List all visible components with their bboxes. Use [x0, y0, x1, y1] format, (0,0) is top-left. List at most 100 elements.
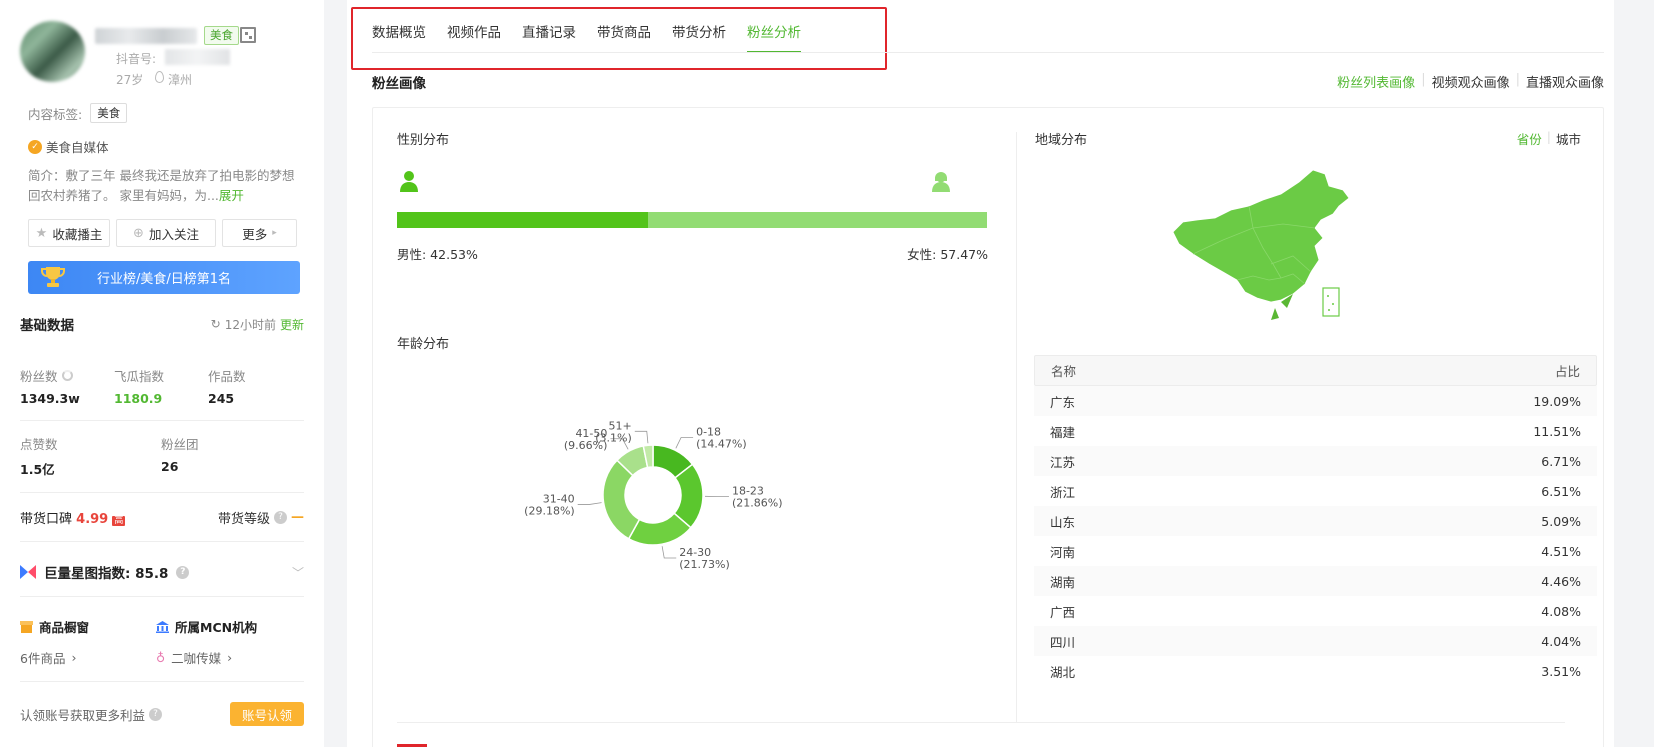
favorite-button[interactable]: ★ 收藏播主	[28, 219, 110, 247]
shop-window[interactable]: 商品橱窗 6件商品 ›	[20, 617, 156, 667]
content-tag-food[interactable]: 美食	[90, 103, 128, 123]
female-icon	[932, 172, 950, 192]
stat-fans-value: 1349.3w	[20, 391, 80, 406]
refresh-icon: ↻	[210, 317, 221, 331]
stat-works-label: 作品数	[208, 369, 246, 384]
donut-leader-line	[577, 502, 602, 505]
region-percent: 6.51%	[1541, 483, 1581, 499]
mcn-name: 二咖传媒	[171, 651, 222, 666]
table-row: 山东 5.09%	[1034, 506, 1597, 536]
region-toggle: 省份 | 城市	[1517, 129, 1581, 148]
koubei-level-badge: 高	[112, 516, 126, 526]
blurred-username	[95, 28, 197, 44]
region-name: 广东	[1050, 394, 1076, 410]
bio-text: 简介：敷了三年 最终我还是放弃了拍电影的梦想回农村养猪了。 家里有妈妈，为...	[28, 168, 295, 203]
sales-level: 带货等级 ? —	[218, 508, 304, 527]
tab-products[interactable]: 带货商品	[597, 21, 651, 53]
card-bottom-divider	[397, 722, 1565, 723]
tab-live-records[interactable]: 直播记录	[522, 21, 576, 53]
stat-likes-value: 1.5亿	[20, 462, 55, 477]
age-title: 年龄分布	[397, 337, 450, 352]
favorite-label: 收藏播主	[52, 226, 103, 242]
douyin-id-label: 抖音号:	[116, 52, 157, 66]
china-map[interactable]	[1153, 168, 1363, 323]
region-name: 河南	[1050, 544, 1076, 560]
stat-feigua-value: 1180.9	[114, 391, 163, 406]
donut-percent-label: (29.18%)	[524, 504, 575, 517]
donut-leader-line	[661, 546, 677, 559]
toggle-province[interactable]: 省份	[1517, 129, 1542, 148]
location-icon	[155, 71, 164, 83]
rank-banner[interactable]: 行业榜/美食/日榜第1名	[28, 261, 300, 294]
divider	[20, 541, 304, 542]
tab-sales-analysis[interactable]: 带货分析	[672, 21, 726, 53]
category-tag: 美食	[204, 26, 239, 45]
rank-banner-label: 行业榜/美食/日榜第1名	[96, 272, 232, 287]
tab-fan-analysis[interactable]: 粉丝分析	[747, 21, 801, 53]
chevron-down-icon[interactable]: ﹀	[292, 564, 304, 581]
more-button[interactable]: 更多 ▸	[222, 219, 297, 247]
table-row: 福建 11.51%	[1034, 416, 1597, 446]
donut-leader-line	[634, 430, 649, 444]
action-row: ★ 收藏播主 ⊕ 加入关注 更多 ▸	[28, 219, 304, 247]
donut-percent-label: (14.47%)	[696, 437, 747, 450]
toggle-city[interactable]: 城市	[1556, 129, 1581, 148]
sales-level-value: —	[291, 510, 304, 525]
link-video-audience-portrait[interactable]: 视频观众画像	[1432, 72, 1510, 91]
stat-fan-club: 粉丝团 26	[161, 434, 255, 478]
claim-account-button[interactable]: 账号认领	[229, 702, 304, 726]
shop-count: 6件商品	[20, 651, 66, 666]
region-percent: 11.51%	[1533, 423, 1581, 439]
xingtu-logo-icon	[20, 565, 36, 579]
stat-fans: 粉丝数 1349.3w	[20, 366, 114, 406]
help-icon[interactable]: ?	[176, 565, 190, 579]
col-pct-header: 占比	[1554, 364, 1580, 379]
age-text: 27岁	[116, 73, 144, 87]
region-name: 江苏	[1050, 454, 1076, 470]
xingtu-row[interactable]: 巨量星图指数: 85.8 ? ﹀	[20, 562, 304, 582]
table-row: 河南 4.51%	[1034, 536, 1597, 566]
link-fan-list-portrait[interactable]: 粉丝列表画像	[1337, 72, 1415, 91]
stat-works-value: 245	[208, 391, 235, 406]
region-name: 四川	[1050, 634, 1076, 650]
mcn-agency[interactable]: 所属MCN机构 ♁ 二咖传媒 ›	[156, 617, 292, 667]
update-link[interactable]: 更新	[280, 316, 304, 333]
shop-mcn-row: 商品橱窗 6件商品 › 所属MCN机构 ♁ 二咖传媒 ›	[20, 617, 304, 667]
tab-video-works[interactable]: 视频作品	[447, 21, 501, 53]
divider	[20, 596, 304, 597]
stat-works: 作品数 245	[208, 366, 302, 406]
qrcode-icon[interactable]	[240, 27, 256, 43]
donut-percent-label: (21.86%)	[732, 497, 783, 510]
tab-data-overview[interactable]: 数据概览	[372, 21, 426, 53]
koubei-row: 带货口碑 4.99 高 带货等级 ? —	[20, 508, 304, 527]
donut-percent-label: (3.1%)	[595, 431, 632, 444]
age-donut-svg: 0-18(14.47%)18-23(21.86%)24-30(21.73%)31…	[524, 419, 783, 571]
avatar[interactable]	[20, 21, 85, 82]
pie-chart-icon[interactable]	[61, 370, 73, 381]
table-row: 湖南 4.46%	[1034, 566, 1597, 596]
help-icon[interactable]: ?	[274, 511, 287, 524]
more-label: 更多	[242, 226, 268, 242]
table-row: 广东 19.09%	[1034, 386, 1597, 416]
mcn-logo-icon: ♁	[156, 650, 166, 665]
verified-badge: ✓ 美食自媒体	[28, 137, 304, 156]
divider	[20, 420, 304, 421]
follow-button[interactable]: ⊕ 加入关注	[116, 219, 216, 247]
koubei-value: 4.99	[76, 512, 109, 527]
table-row: 四川 4.04%	[1034, 626, 1597, 656]
bio-expand-link[interactable]: 展开	[219, 188, 244, 203]
help-icon[interactable]: ?	[149, 707, 163, 721]
updated-time: 12小时前	[224, 317, 276, 332]
tabs-divider	[372, 52, 1604, 53]
profile-sidebar: 美食 抖音号: 27岁 漳州 内容标签: 美食 ✓ 美食自媒体 简介：敷了三年 …	[0, 0, 324, 747]
male-segment	[397, 212, 648, 228]
link-live-audience-portrait[interactable]: 直播观众画像	[1526, 72, 1604, 91]
table-row: 江苏 6.71%	[1034, 446, 1597, 476]
male-icon	[400, 171, 418, 192]
basic-data-header: 基础数据 ↻ 12小时前 更新	[20, 314, 304, 334]
scrollbar-track[interactable]	[1614, 0, 1634, 747]
separator: |	[1421, 72, 1426, 87]
blurred-douyin-id	[165, 49, 230, 65]
shop-title: 商品橱窗	[39, 620, 90, 635]
male-percent: 男性: 42.53%	[397, 247, 478, 262]
